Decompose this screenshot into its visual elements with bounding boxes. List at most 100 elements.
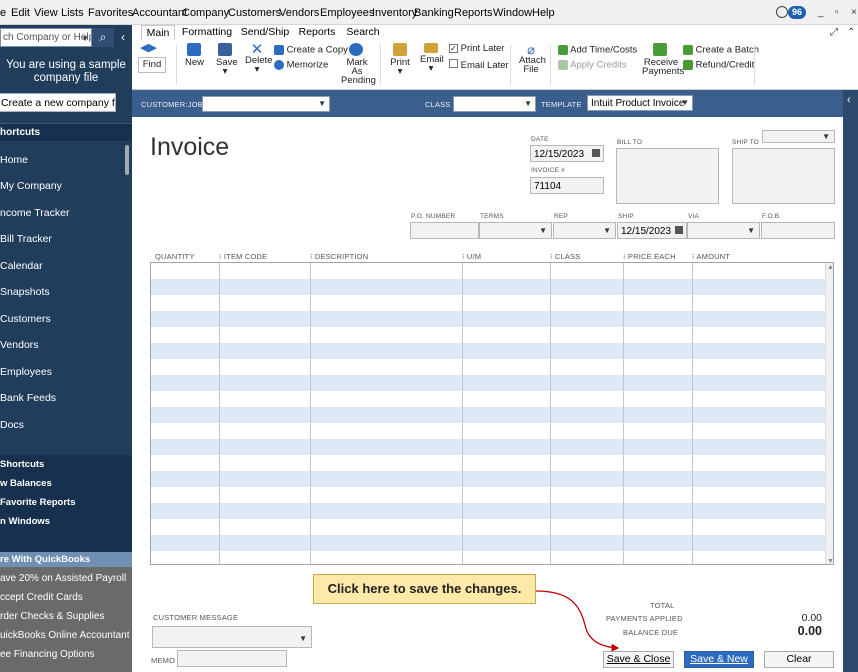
- table-row[interactable]: [151, 375, 825, 391]
- table-row[interactable]: [151, 455, 825, 471]
- template-dropdown[interactable]: Intuit Product Invoice ▼: [587, 95, 693, 111]
- tab-formatting[interactable]: Formatting: [179, 25, 235, 40]
- tab-main[interactable]: Main: [141, 25, 175, 40]
- sidebar-item-docs[interactable]: Docs: [0, 419, 124, 431]
- more-item-financing[interactable]: ee Financing Options: [0, 649, 132, 660]
- create-batch-button[interactable]: Create a Batch: [683, 45, 759, 55]
- print-button[interactable]: Print ▾: [390, 43, 410, 76]
- chevron-down-icon[interactable]: ▼: [81, 34, 89, 43]
- ship-to-dropdown[interactable]: ▼: [762, 130, 835, 143]
- restore-icon[interactable]: ▫: [835, 7, 839, 18]
- tab-send-ship[interactable]: Send/Ship: [239, 25, 291, 40]
- sidebar-item-home[interactable]: Home: [0, 154, 124, 166]
- column-header-price-each[interactable]: ⁝ PRICE EACH: [623, 252, 676, 261]
- collapse-sidebar-icon[interactable]: ‹: [116, 28, 130, 47]
- table-row[interactable]: [151, 295, 825, 311]
- reminder-count-badge[interactable]: 96: [788, 6, 806, 19]
- clock-icon[interactable]: [776, 6, 788, 18]
- print-later-checkbox[interactable]: ✓ Print Later: [449, 44, 504, 53]
- sidebar-scrollbar[interactable]: [125, 145, 129, 175]
- table-row[interactable]: [151, 503, 825, 519]
- clear-button[interactable]: Clear: [764, 651, 834, 668]
- bill-to-field[interactable]: [616, 148, 719, 204]
- minimize-icon[interactable]: _: [818, 7, 824, 18]
- history-panel-toggle[interactable]: ‹: [843, 90, 858, 672]
- chevron-down-icon[interactable]: ▼: [299, 634, 307, 643]
- menu-customers[interactable]: Customers: [228, 7, 281, 19]
- prev-next-arrows[interactable]: ◀▶: [140, 42, 157, 54]
- menu-employees[interactable]: Employees: [320, 7, 374, 19]
- checkbox-checked-icon[interactable]: ✓: [449, 44, 458, 53]
- table-row[interactable]: [151, 423, 825, 439]
- invoice-number-field[interactable]: 71104: [530, 177, 604, 194]
- customer-job-dropdown[interactable]: ▼: [202, 96, 330, 112]
- tab-reports[interactable]: Reports: [295, 25, 339, 40]
- menu-lists[interactable]: Lists: [61, 7, 84, 19]
- table-row[interactable]: [151, 519, 825, 535]
- sidebar-section-shortcuts[interactable]: Shortcuts: [0, 459, 132, 470]
- class-dropdown[interactable]: ▼: [453, 96, 536, 112]
- table-row[interactable]: [151, 359, 825, 375]
- table-row[interactable]: [151, 391, 825, 407]
- column-header-description[interactable]: ⁝ DESCRIPTION: [310, 252, 368, 261]
- chevron-down-icon[interactable]: ▼: [318, 99, 326, 108]
- arrow-right-icon[interactable]: ▶: [148, 42, 156, 54]
- menu-view[interactable]: View: [34, 7, 58, 19]
- create-copy-button[interactable]: Create a Copy: [274, 45, 348, 55]
- ship-date-field[interactable]: 12/15/2023: [617, 222, 687, 239]
- memo-field[interactable]: [177, 650, 287, 667]
- date-field[interactable]: 12/15/2023: [530, 145, 604, 162]
- menu-banking[interactable]: Banking: [414, 7, 454, 19]
- column-header-um[interactable]: ⁝ U/M: [462, 252, 481, 261]
- table-row[interactable]: [151, 535, 825, 551]
- table-row[interactable]: [151, 263, 825, 279]
- menu-file[interactable]: e: [0, 7, 6, 19]
- calendar-icon[interactable]: [592, 149, 600, 157]
- column-header-amount[interactable]: ⁝ AMOUNT: [692, 252, 730, 261]
- delete-button[interactable]: ✕ Delete ▾: [245, 42, 272, 74]
- apply-credits-button[interactable]: Apply Credits: [558, 60, 627, 70]
- tab-search[interactable]: Search: [343, 25, 383, 40]
- refund-credit-button[interactable]: Refund/Credit: [683, 60, 754, 70]
- save-new-button[interactable]: Save & New: [684, 651, 754, 668]
- table-row[interactable]: [151, 471, 825, 487]
- menu-window[interactable]: Window: [493, 7, 532, 19]
- sidebar-item-income-tracker[interactable]: ncome Tracker: [0, 207, 124, 219]
- create-company-button[interactable]: Create a new company file: [0, 93, 116, 112]
- via-dropdown[interactable]: ▼: [687, 222, 760, 239]
- calendar-icon[interactable]: [675, 226, 683, 234]
- ship-to-field[interactable]: [732, 148, 835, 204]
- table-row[interactable]: [151, 439, 825, 455]
- sidebar-item-employees[interactable]: Employees: [0, 366, 124, 378]
- chevron-down-icon[interactable]: ▼: [524, 99, 532, 108]
- find-button[interactable]: Find: [138, 57, 166, 73]
- email-button[interactable]: Email ▾: [420, 43, 444, 73]
- sidebar-item-bank-feeds[interactable]: Bank Feeds: [0, 392, 124, 404]
- receive-payments-button[interactable]: Receive Payments: [642, 43, 684, 76]
- rep-dropdown[interactable]: ▼: [553, 222, 616, 239]
- attach-file-button[interactable]: ⌀ Attach File: [519, 43, 546, 74]
- line-items-table[interactable]: ▲ ▼: [150, 262, 834, 565]
- sidebar-item-vendors[interactable]: Vendors: [0, 339, 124, 351]
- more-item-credit-cards[interactable]: ccept Credit Cards: [0, 592, 132, 603]
- sidebar-section-open-windows[interactable]: n Windows: [0, 516, 132, 527]
- scroll-up-icon[interactable]: ▲: [827, 264, 833, 271]
- sidebar-section-favorite-reports[interactable]: Favorite Reports: [0, 497, 132, 508]
- more-item-qbo-accountant[interactable]: uickBooks Online Accountant: [0, 630, 132, 641]
- terms-dropdown[interactable]: ▼: [479, 222, 552, 239]
- sidebar-item-snapshots[interactable]: Snapshots: [0, 286, 124, 298]
- more-item-checks[interactable]: rder Checks & Supplies: [0, 611, 132, 622]
- more-item-payroll[interactable]: ave 20% on Assisted Payroll: [0, 573, 132, 584]
- expand-icon[interactable]: ⤢: [830, 27, 838, 38]
- sidebar-item-bill-tracker[interactable]: Bill Tracker: [0, 233, 124, 245]
- save-button[interactable]: Save ▾: [216, 43, 238, 76]
- fob-field[interactable]: [761, 222, 835, 239]
- checkbox-icon[interactable]: [449, 59, 458, 68]
- chevron-down-icon[interactable]: ▼: [822, 132, 830, 141]
- search-icon[interactable]: ⌕: [92, 28, 114, 47]
- table-row[interactable]: [151, 343, 825, 359]
- email-later-checkbox[interactable]: Email Later: [449, 59, 509, 70]
- po-number-field[interactable]: [410, 222, 479, 239]
- new-button[interactable]: New: [185, 43, 204, 67]
- chevron-down-icon[interactable]: ▼: [681, 98, 689, 107]
